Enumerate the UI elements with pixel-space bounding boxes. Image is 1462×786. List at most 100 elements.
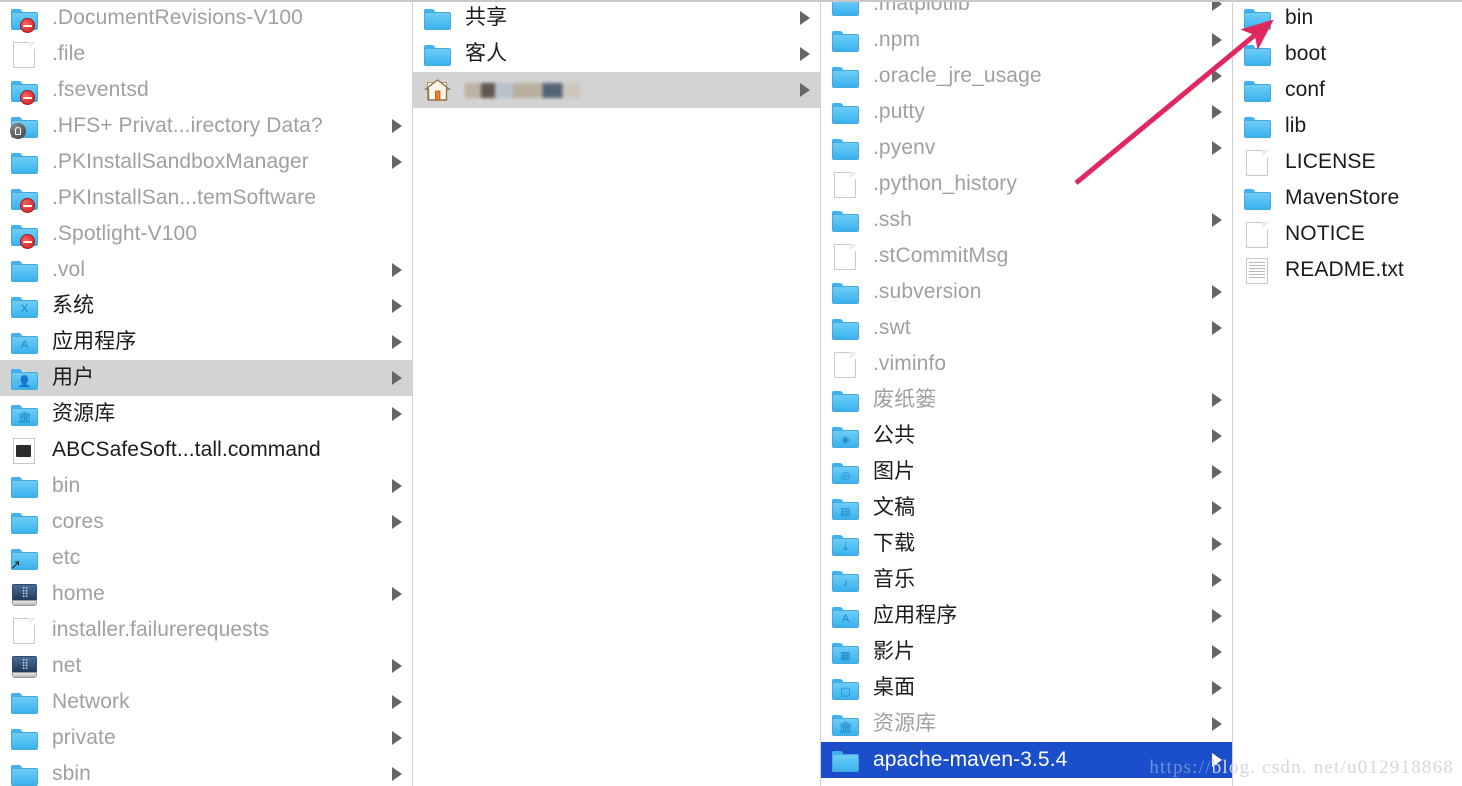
file-name-label: README.txt bbox=[1285, 258, 1404, 281]
disclosure-chevron-icon[interactable] bbox=[392, 371, 402, 385]
file-row[interactable]: ⣿ net bbox=[0, 648, 412, 684]
file-row[interactable]: LICENSE bbox=[1233, 144, 1462, 180]
file-row[interactable]: README.txt bbox=[1233, 252, 1462, 288]
file-row[interactable]: cores bbox=[0, 504, 412, 540]
file-row[interactable]: X 系统 bbox=[0, 288, 412, 324]
disclosure-chevron-icon[interactable] bbox=[1212, 753, 1222, 767]
file-row[interactable]: A 应用程序 bbox=[821, 598, 1232, 634]
disclosure-chevron-icon[interactable] bbox=[1212, 573, 1222, 587]
library-folder-icon: 🏛 bbox=[10, 400, 40, 428]
disclosure-chevron-icon[interactable] bbox=[392, 335, 402, 349]
disclosure-chevron-icon[interactable] bbox=[392, 515, 402, 529]
file-row[interactable]: A 应用程序 bbox=[0, 324, 412, 360]
folder-icon bbox=[10, 688, 40, 716]
file-name-label: cores bbox=[52, 510, 104, 533]
file-row[interactable]: 🏛 资源库 bbox=[0, 396, 412, 432]
file-row[interactable]: .PKInstallSan...temSoftware bbox=[0, 180, 412, 216]
file-row[interactable]: 👤 用户 bbox=[0, 360, 412, 396]
disclosure-chevron-icon[interactable] bbox=[1212, 69, 1222, 83]
disclosure-chevron-icon[interactable] bbox=[1212, 537, 1222, 551]
disclosure-chevron-icon[interactable] bbox=[800, 83, 810, 97]
disclosure-chevron-icon[interactable] bbox=[392, 479, 402, 493]
disclosure-chevron-icon[interactable] bbox=[392, 731, 402, 745]
disclosure-chevron-icon[interactable] bbox=[392, 263, 402, 277]
disclosure-chevron-icon[interactable] bbox=[1212, 213, 1222, 227]
disclosure-chevron-icon[interactable] bbox=[392, 299, 402, 313]
disclosure-chevron-icon[interactable] bbox=[1212, 609, 1222, 623]
file-row[interactable]: 废纸篓 bbox=[821, 382, 1232, 418]
file-row[interactable]: private bbox=[0, 720, 412, 756]
disclosure-chevron-icon[interactable] bbox=[1212, 141, 1222, 155]
disclosure-chevron-icon[interactable] bbox=[1212, 501, 1222, 515]
file-row[interactable]: ⣿ home bbox=[0, 576, 412, 612]
file-row[interactable]: boot bbox=[1233, 36, 1462, 72]
disclosure-chevron-icon[interactable] bbox=[800, 47, 810, 61]
disclosure-chevron-icon[interactable] bbox=[392, 587, 402, 601]
disclosure-chevron-icon[interactable] bbox=[1212, 465, 1222, 479]
file-row[interactable]: ▦ 影片 bbox=[821, 634, 1232, 670]
file-row[interactable]: installer.failurerequests bbox=[0, 612, 412, 648]
file-row[interactable]: .python_history bbox=[821, 166, 1232, 202]
file-row[interactable]: .file bbox=[0, 36, 412, 72]
file-row[interactable]: NOTICE bbox=[1233, 216, 1462, 252]
finder-column-root[interactable]: .DocumentRevisions-V100 .file .fseventsd .H… bbox=[0, 0, 413, 786]
file-row[interactable]: .PKInstallSandboxManager bbox=[0, 144, 412, 180]
file-row[interactable]: ⤓ 下载 bbox=[821, 526, 1232, 562]
file-row[interactable]: ▤ 文稿 bbox=[821, 490, 1232, 526]
file-name-label: .python_history bbox=[873, 172, 1017, 195]
file-row[interactable]: Network bbox=[0, 684, 412, 720]
disclosure-chevron-icon[interactable] bbox=[392, 407, 402, 421]
disclosure-chevron-icon[interactable] bbox=[1212, 321, 1222, 335]
file-row[interactable]: ◎ 图片 bbox=[821, 454, 1232, 490]
disclosure-chevron-icon[interactable] bbox=[392, 155, 402, 169]
file-row[interactable]: .viminfo bbox=[821, 346, 1232, 382]
disclosure-chevron-icon[interactable] bbox=[1212, 717, 1222, 731]
disclosure-chevron-icon[interactable] bbox=[392, 659, 402, 673]
file-row[interactable]: .fseventsd bbox=[0, 72, 412, 108]
disclosure-chevron-icon[interactable] bbox=[392, 695, 402, 709]
file-row[interactable]: .DocumentRevisions-V100 bbox=[0, 0, 412, 36]
file-row[interactable]: .swt bbox=[821, 310, 1232, 346]
finder-column-home[interactable]: .matplotlib .npm .oracle_jre_usage .putty .p… bbox=[821, 0, 1233, 786]
file-row[interactable]: ↗ etc bbox=[0, 540, 412, 576]
file-row[interactable]: .pyenv bbox=[821, 130, 1232, 166]
file-row[interactable]: .oracle_jre_usage bbox=[821, 58, 1232, 94]
file-row[interactable]: MavenStore bbox=[1233, 180, 1462, 216]
disclosure-chevron-icon[interactable] bbox=[1212, 285, 1222, 299]
file-row[interactable]: .matplotlib bbox=[821, 0, 1232, 22]
disclosure-chevron-icon[interactable] bbox=[392, 767, 402, 781]
disclosure-chevron-icon[interactable] bbox=[1212, 393, 1222, 407]
folder-glyph: ▢ bbox=[840, 685, 851, 698]
file-row[interactable]: bin bbox=[1233, 0, 1462, 36]
file-row[interactable]: 🏛 资源库 bbox=[821, 706, 1232, 742]
disclosure-chevron-icon[interactable] bbox=[392, 119, 402, 133]
file-row[interactable] bbox=[413, 72, 820, 108]
file-row[interactable]: .ssh bbox=[821, 202, 1232, 238]
disclosure-chevron-icon[interactable] bbox=[1212, 645, 1222, 659]
file-row[interactable]: conf bbox=[1233, 72, 1462, 108]
file-row[interactable]: lib bbox=[1233, 108, 1462, 144]
file-row[interactable]: ABCSafeSoft...tall.command bbox=[0, 432, 412, 468]
file-row[interactable]: 共享 bbox=[413, 0, 820, 36]
file-row[interactable]: .vol bbox=[0, 252, 412, 288]
file-row[interactable]: .HFS+ Privat...irectory Data? bbox=[0, 108, 412, 144]
file-row[interactable]: ♪ 音乐 bbox=[821, 562, 1232, 598]
disclosure-chevron-icon[interactable] bbox=[800, 11, 810, 25]
file-row[interactable]: .stCommitMsg bbox=[821, 238, 1232, 274]
disclosure-chevron-icon[interactable] bbox=[1212, 681, 1222, 695]
file-row[interactable]: bin bbox=[0, 468, 412, 504]
disclosure-chevron-icon[interactable] bbox=[1212, 33, 1222, 47]
file-row[interactable]: apache-maven-3.5.4 bbox=[821, 742, 1232, 778]
file-row[interactable]: .Spotlight-V100 bbox=[0, 216, 412, 252]
finder-column-users[interactable]: 共享 客人 bbox=[413, 0, 821, 786]
file-row[interactable]: 客人 bbox=[413, 36, 820, 72]
file-row[interactable]: sbin bbox=[0, 756, 412, 786]
disclosure-chevron-icon[interactable] bbox=[1212, 429, 1222, 443]
file-row[interactable]: .subversion bbox=[821, 274, 1232, 310]
disclosure-chevron-icon[interactable] bbox=[1212, 105, 1222, 119]
file-row[interactable]: .npm bbox=[821, 22, 1232, 58]
file-row[interactable]: ◈ 公共 bbox=[821, 418, 1232, 454]
finder-column-maven[interactable]: bin boot conf lib LICENSE MavenStore NOTICE REA… bbox=[1233, 0, 1462, 786]
file-row[interactable]: .putty bbox=[821, 94, 1232, 130]
file-row[interactable]: ▢ 桌面 bbox=[821, 670, 1232, 706]
